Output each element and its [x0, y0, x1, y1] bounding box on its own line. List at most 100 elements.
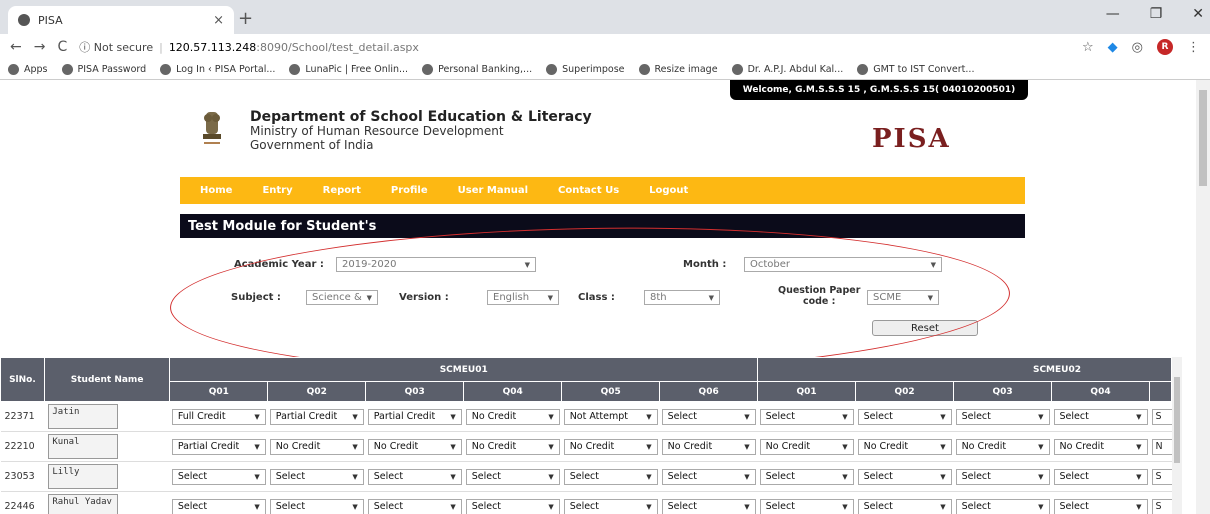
bookmark-item[interactable]: Apps	[8, 64, 48, 75]
bookmark-item[interactable]: Resize image	[638, 64, 718, 75]
minimize-icon[interactable]: —	[1106, 6, 1120, 22]
back-icon[interactable]: ←	[10, 39, 22, 55]
reset-button[interactable]: Reset	[872, 320, 978, 336]
credit-select[interactable]: Select ▼	[857, 468, 952, 485]
bookmark-item[interactable]: Superimpose	[546, 64, 625, 75]
credit-select[interactable]: Select ▼	[465, 498, 560, 514]
reload-icon[interactable]: C	[57, 39, 67, 55]
credit-select[interactable]: Not Attempt ▼	[563, 408, 658, 425]
extension-icon[interactable]: ◆	[1108, 40, 1118, 55]
table-scroll-thumb[interactable]	[1174, 377, 1180, 463]
credit-select[interactable]: Select ▼	[661, 498, 756, 514]
credit-select[interactable]: Select ▼	[759, 408, 854, 425]
table-scrollbar[interactable]	[1172, 357, 1182, 514]
bookmark-item[interactable]: Dr. A.P.J. Abdul Kal...	[731, 64, 843, 75]
credit-select[interactable]: Select ▼	[955, 408, 1050, 425]
menu-item-home[interactable]: Home	[200, 185, 232, 196]
menu-item-entry[interactable]: Entry	[262, 185, 292, 196]
credit-select[interactable]: No Credit ▼	[857, 438, 952, 455]
forward-icon[interactable]: →	[34, 39, 46, 55]
page-scroll-thumb[interactable]	[1199, 90, 1207, 186]
ministry-name: Ministry of Human Resource Development	[250, 124, 504, 138]
credit-select[interactable]: Full Credit ▼	[171, 408, 266, 425]
credit-select[interactable]: Select ▼	[759, 468, 854, 485]
credit-select[interactable]: Select ▼	[661, 408, 756, 425]
student-name-input[interactable]: Jatin	[48, 404, 119, 429]
credit-select[interactable]: No Credit ▼	[563, 438, 658, 455]
close-window-icon[interactable]: ✕	[1192, 6, 1204, 22]
credit-select[interactable]: Select ▼	[563, 498, 658, 514]
credit-select[interactable]: No Credit ▼	[759, 438, 854, 455]
credit-select[interactable]: No Credit ▼	[465, 408, 560, 425]
bookmark-item[interactable]: Personal Banking,...	[422, 64, 532, 75]
credit-select[interactable]: Select ▼	[171, 498, 266, 514]
menu-item-user-manual[interactable]: User Manual	[458, 185, 528, 196]
security-indicator[interactable]: ⓘ Not secure	[79, 39, 153, 55]
credit-select[interactable]: Select ▼	[465, 468, 560, 485]
credit-select[interactable]: Select ▼	[563, 468, 658, 485]
profile-avatar[interactable]: R	[1157, 39, 1173, 55]
credit-select-partial[interactable]: S	[1151, 408, 1172, 425]
new-tab-button[interactable]: +	[238, 8, 253, 29]
subject-label: Subject :	[231, 292, 281, 303]
credit-select[interactable]: Select ▼	[367, 468, 462, 485]
bookmark-item[interactable]: PISA Password	[61, 64, 146, 75]
credit-select[interactable]: No Credit ▼	[465, 438, 560, 455]
credit-select[interactable]: No Credit ▼	[1053, 438, 1148, 455]
credit-select[interactable]: Select ▼	[955, 468, 1050, 485]
credit-select[interactable]: Select ▼	[857, 408, 952, 425]
credit-select[interactable]: No Credit ▼	[367, 438, 462, 455]
bookmark-item[interactable]: GMT to IST Convert...	[857, 64, 974, 75]
credit-select[interactable]: Select ▼	[661, 468, 756, 485]
credit-select[interactable]: Select ▼	[759, 498, 854, 514]
extension-icon-2[interactable]: ◎	[1132, 40, 1143, 55]
credit-select[interactable]: Select ▼	[955, 498, 1050, 514]
subject-select[interactable]: Science & ▼	[306, 290, 378, 305]
menu-item-contact-us[interactable]: Contact Us	[558, 185, 619, 196]
credit-cell: Select ▼	[659, 491, 758, 514]
star-icon[interactable]: ☆	[1082, 40, 1094, 55]
tab-close-icon[interactable]: ×	[213, 13, 224, 28]
table-row: 22446 Rahul Yadav Select ▼ Select ▼ Select ▼ Sel…	[0, 491, 1172, 514]
bookmark-item[interactable]: LunaPic | Free Onlin...	[289, 64, 408, 75]
menu-item-profile[interactable]: Profile	[391, 185, 428, 196]
credit-select[interactable]: No Credit ▼	[955, 438, 1050, 455]
credit-select-partial[interactable]: S	[1151, 468, 1172, 485]
bookmark-item[interactable]: Log In ‹ PISA Portal...	[160, 64, 275, 75]
dropdown-arrow-icon: ▼	[450, 412, 456, 421]
credit-select[interactable]: No Credit ▼	[661, 438, 756, 455]
maximize-icon[interactable]: ❐	[1150, 6, 1163, 22]
credit-select[interactable]: Partial Credit ▼	[367, 408, 462, 425]
url-field[interactable]: ⓘ Not secure | 120.57.113.248:8090/Schoo…	[79, 39, 1070, 55]
student-name-input[interactable]: Kunal	[48, 434, 119, 459]
menu-item-report[interactable]: Report	[323, 185, 361, 196]
question-paper-select[interactable]: SCME ▼	[867, 290, 939, 305]
credit-select[interactable]: Partial Credit ▼	[171, 438, 266, 455]
credit-select[interactable]: No Credit ▼	[269, 438, 364, 455]
credit-select[interactable]: Select ▼	[857, 498, 952, 514]
credit-select[interactable]: Select ▼	[1053, 468, 1148, 485]
credit-select[interactable]: Select ▼	[1053, 498, 1148, 514]
menu-item-logout[interactable]: Logout	[649, 185, 688, 196]
credit-select[interactable]: Select ▼	[269, 498, 364, 514]
credit-select[interactable]: Select ▼	[269, 468, 364, 485]
class-select[interactable]: 8th ▼	[644, 290, 720, 305]
dropdown-arrow-icon: ▼	[254, 502, 260, 511]
version-select[interactable]: English ▼	[487, 290, 559, 305]
credit-select-partial[interactable]: S	[1151, 498, 1172, 514]
academic-year-select[interactable]: 2019-2020 ▼	[336, 257, 536, 272]
menu-kebab-icon[interactable]: ⋮	[1187, 40, 1200, 55]
credit-select[interactable]: Partial Credit ▼	[269, 408, 364, 425]
credit-cell-overflow: N	[1149, 431, 1172, 462]
page-scrollbar[interactable]	[1196, 80, 1210, 514]
credit-select[interactable]: Select ▼	[367, 498, 462, 514]
browser-tab[interactable]: PISA ×	[8, 6, 234, 34]
month-select[interactable]: October ▼	[744, 257, 942, 272]
credit-select[interactable]: Select ▼	[171, 468, 266, 485]
student-name-input[interactable]: Rahul Yadav	[48, 494, 119, 514]
credit-select[interactable]: Select ▼	[1053, 408, 1148, 425]
student-name-input[interactable]: Lilly	[48, 464, 119, 489]
credit-cell: Select ▼	[953, 401, 1052, 432]
credit-cell: Select ▼	[757, 491, 856, 514]
credit-select-partial[interactable]: N	[1151, 438, 1172, 455]
